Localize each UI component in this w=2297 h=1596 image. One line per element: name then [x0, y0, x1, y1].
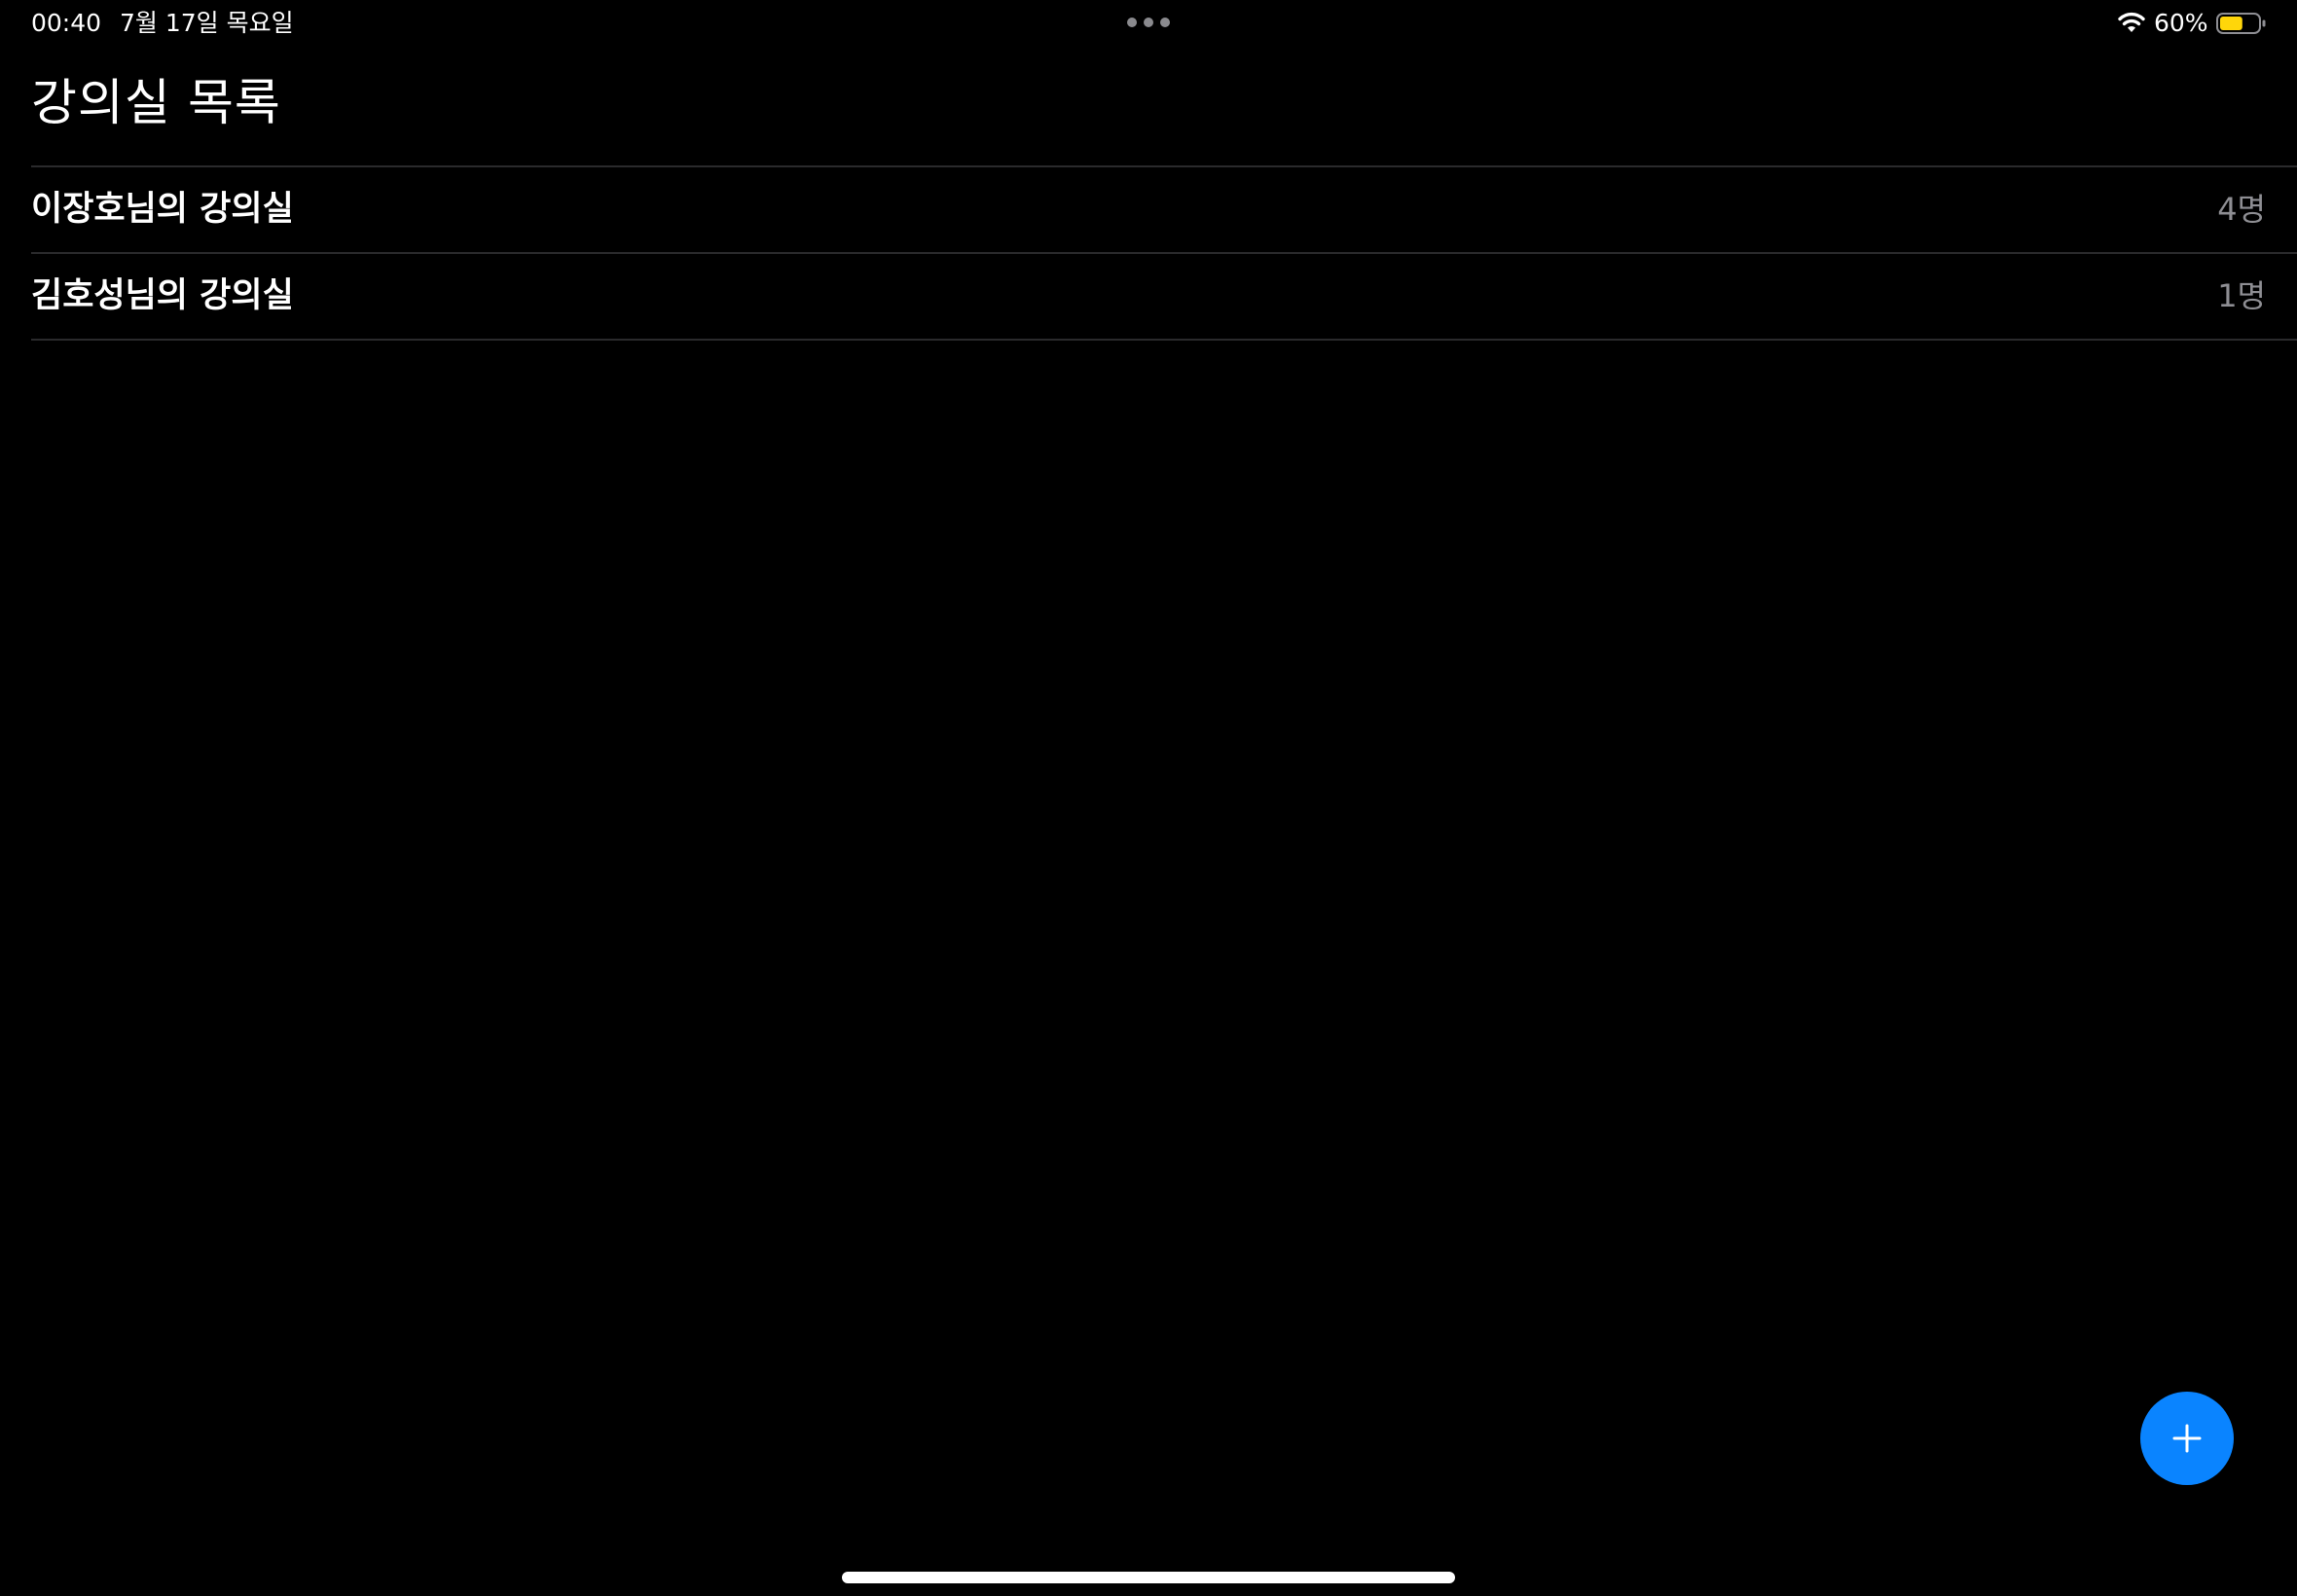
- add-room-button[interactable]: [2140, 1392, 2234, 1485]
- wifi-icon: [2118, 12, 2145, 32]
- more-dots-icon[interactable]: [1127, 17, 1170, 28]
- page-title: 강의실 목록: [31, 75, 281, 132]
- room-member-count: 1명: [2217, 277, 2266, 314]
- room-name: 김호성님의 강의실: [31, 276, 294, 315]
- plus-icon: [2172, 1424, 2202, 1453]
- battery-icon: [2216, 13, 2266, 34]
- dot: [1127, 18, 1137, 27]
- room-list: 이장호님의 강의실 4명 김호성님의 강의실 1명: [31, 167, 2297, 341]
- status-time: 00:40: [31, 9, 102, 37]
- dot: [1160, 18, 1170, 27]
- home-indicator[interactable]: [842, 1572, 1455, 1583]
- status-date: 7월 17일 목요일: [120, 9, 294, 37]
- battery-percent: 60%: [2154, 9, 2208, 37]
- room-name: 이장호님의 강의실: [31, 190, 294, 229]
- dot: [1144, 18, 1153, 27]
- room-row[interactable]: 이장호님의 강의실 4명: [31, 167, 2297, 254]
- status-bar: 00:40 7월 17일 목요일 60%: [0, 0, 2297, 47]
- screen: 00:40 7월 17일 목요일 60% 강의실 목록 이장호님의 강의실 4명…: [0, 0, 2297, 1596]
- room-member-count: 4명: [2217, 191, 2266, 228]
- room-row[interactable]: 김호성님의 강의실 1명: [31, 254, 2297, 341]
